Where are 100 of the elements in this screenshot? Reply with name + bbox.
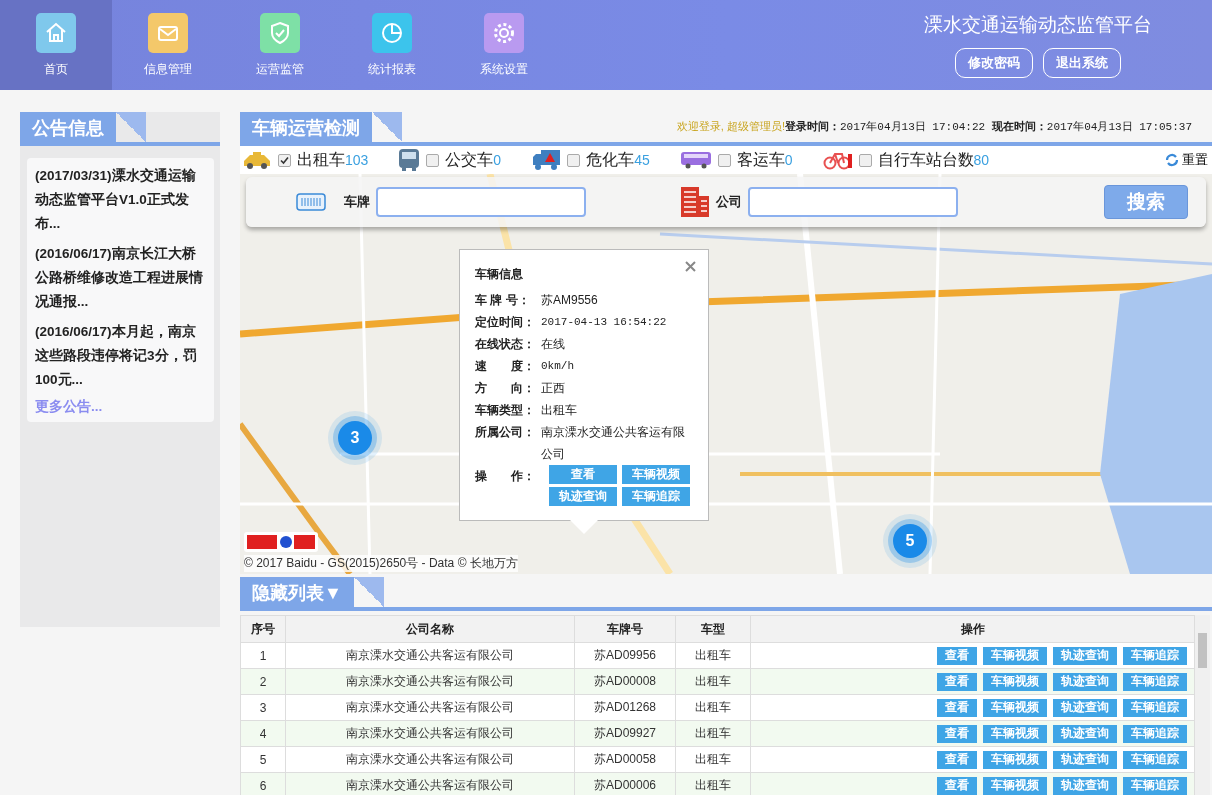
vehicle-count: 103 [345,152,369,168]
filter-label: 危化车 [586,149,635,170]
action-button[interactable]: 车辆视频 [983,646,1047,665]
map-logo-icon [244,532,318,552]
nav-item[interactable]: 统计报表 [336,0,448,90]
search-button[interactable]: 搜索 [1104,185,1188,219]
notice-link[interactable]: (2016/06/17)本月起，南京这些路段违停将记3分，罚100元... [35,320,204,392]
action-button[interactable]: 查看 [937,724,977,743]
table-cell: 南京溧水交通公共客运有限公司 [285,668,575,695]
table-cell: 南京溧水交通公共客运有限公司 [285,720,575,747]
home-icon [36,12,76,53]
filter-label: 出租车 [297,149,345,170]
field-value: 苏AM9556 [541,292,598,309]
cluster-marker[interactable]: 5 [893,524,927,558]
field-value: 南京溧水交通公共客运有限公司 [541,424,686,463]
checkbox[interactable] [278,153,291,167]
table-cell: 南京溧水交通公共客运有限公司 [285,746,575,773]
action-button[interactable]: 轨迹查询 [1053,698,1117,717]
nav-item[interactable]: 信息管理 [112,0,224,90]
plate-input-field[interactable] [376,187,586,217]
table-cell: 南京溧水交通公共客运有限公司 [285,694,575,721]
action-button[interactable]: 轨迹查询 [1053,724,1117,743]
table-cell: 出租车 [675,746,751,773]
scrollbar[interactable] [1195,615,1210,795]
table-cell: 5 [240,746,286,773]
mail-icon [148,12,188,53]
nav-item[interactable]: 系统设置 [448,0,560,90]
action-button[interactable]: 车辆追踪 [1123,776,1187,795]
field-value: 2017-04-13 16:54:22 [541,315,667,330]
table-cell: 出租车 [675,642,751,669]
checkbox[interactable] [426,153,440,167]
company-input-field[interactable] [748,187,958,217]
reset-button[interactable]: 重置 [1165,151,1208,169]
gear-icon [484,12,524,53]
action-button[interactable]: 轨迹查询 [1053,776,1117,795]
action-button[interactable]: 车辆视频 [983,672,1047,691]
action-button[interactable]: 车辆视频 [983,776,1047,795]
action-button[interactable]: 车辆追踪 [1123,672,1187,691]
vehicle-count: 80 [973,152,990,168]
action-button[interactable]: 查看 [937,672,977,691]
action-button[interactable]: 查看 [937,750,977,769]
action-button[interactable]: 查看 [937,776,977,795]
column-header: 操作 [750,615,1195,643]
table-cell: 3 [240,694,286,721]
table-cell: 南京溧水交通公共客运有限公司 [285,642,575,669]
field-label: 车 牌 号： [475,292,531,309]
more-notices-link[interactable]: 更多公告... [35,398,204,416]
action-button[interactable]: 车辆追踪 [1123,724,1187,743]
action-button[interactable]: 轨迹查询 [1053,750,1117,769]
table-cell: 苏AD00008 [574,668,676,695]
popup-title: 车辆信息 [475,266,524,283]
truck-icon [531,149,562,171]
field-label: 方 向： [475,380,536,397]
bicycle-icon [822,150,853,170]
filter-label: 客运车 [736,149,785,170]
action-button[interactable]: 车辆追踪 [622,487,690,506]
action-button[interactable]: 车辆追踪 [1123,698,1187,717]
field-label: 车辆类型： [475,402,536,419]
field-label: 车牌 [344,193,370,211]
checkbox[interactable] [567,153,581,167]
checkbox[interactable] [717,153,731,167]
action-button[interactable]: 轨迹查询 [1053,672,1117,691]
column-header: 车牌号 [574,615,676,643]
action-button[interactable]: 车辆视频 [983,724,1047,743]
column-header: 序号 [240,615,286,643]
action-button[interactable]: 轨迹查询 [549,487,617,506]
vehicle-count: 0 [784,152,793,168]
platform-title: 溧水交通运输动态监管平台 [924,13,1152,37]
header-button[interactable]: 修改密码 [955,48,1033,78]
action-button[interactable]: 轨迹查询 [1053,646,1117,665]
action-button[interactable]: 车辆视频 [622,465,690,484]
panel-title: 公告信息 [20,112,146,142]
filter-label: 自行车站台数 [877,149,974,170]
checkbox[interactable] [858,153,872,167]
action-button[interactable]: 车辆视频 [983,698,1047,717]
table-cell: 苏AD09927 [574,720,676,747]
action-button[interactable]: 查看 [937,646,977,665]
field-value: 出租车 [541,402,577,419]
notice-link[interactable]: (2016/06/17)南京长江大桥公路桥维修改造工程进展情况通报... [35,242,204,314]
action-button[interactable]: 车辆视频 [983,750,1047,769]
filter-label: 公交车 [445,149,494,170]
table-cell: 4 [240,720,286,747]
map-attribution: © 2017 Baidu - GS(2015)2650号 - Data © 长地万方 [244,555,518,572]
header-button[interactable]: 退出系统 [1043,48,1121,78]
table-cell: 苏AD01268 [574,694,676,721]
action-button[interactable]: 查看 [937,698,977,717]
cluster-marker[interactable]: 3 [338,421,372,455]
action-button[interactable]: 查看 [549,465,617,484]
vehicle-count: 0 [493,152,502,168]
nav-item[interactable]: 首页 [0,0,112,90]
action-button[interactable]: 车辆追踪 [1123,646,1187,665]
toggle-list-button[interactable]: 隐藏列表▼ [240,577,384,607]
table-cell: 出租车 [675,668,751,695]
column-header: 车型 [675,615,751,643]
field-value: 正西 [541,380,565,397]
taxi-icon [242,151,272,169]
action-button[interactable]: 车辆追踪 [1123,750,1187,769]
nav-item[interactable]: 运营监管 [224,0,336,90]
notice-link[interactable]: (2017/03/31)溧水交通运输动态监管平台V1.0正式发布... [35,164,204,236]
plate-icon [296,193,326,211]
